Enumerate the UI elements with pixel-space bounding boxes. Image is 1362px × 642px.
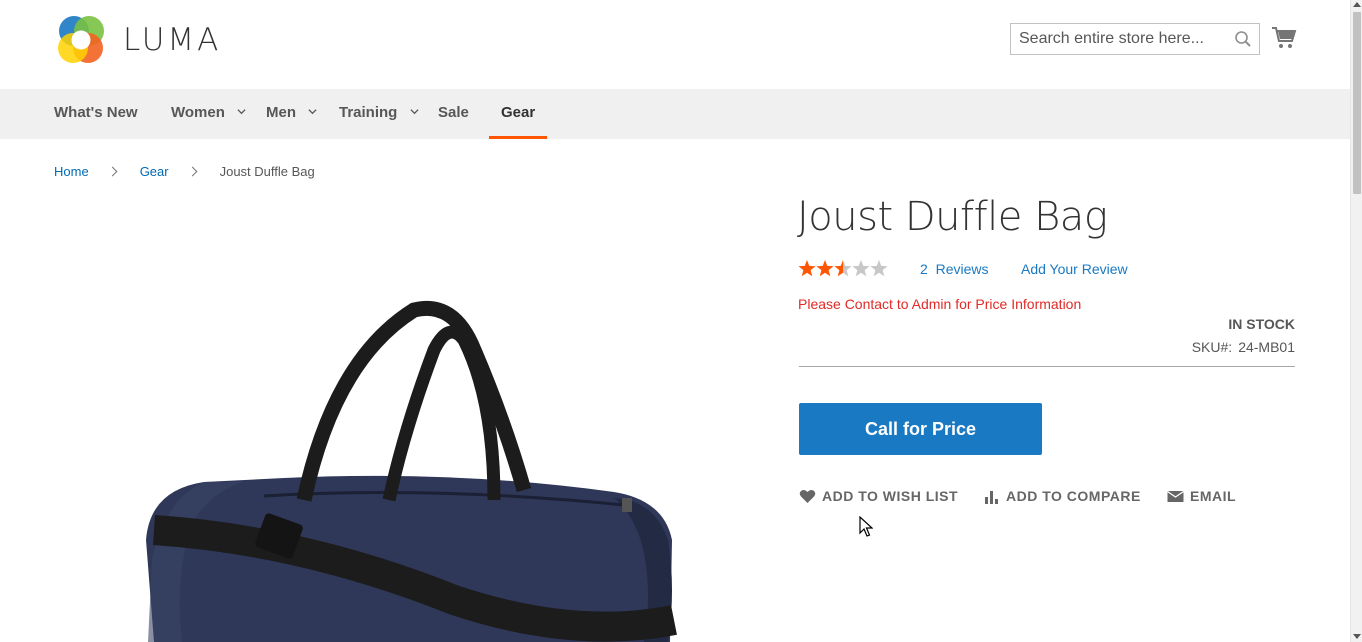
page-header: LUMA (0, 0, 1350, 89)
search-box (1010, 23, 1260, 55)
compare-chart-icon (985, 490, 998, 504)
scrollbar-thumb[interactable] (1353, 12, 1361, 194)
email-label: EMAIL (1190, 488, 1237, 504)
search-icon[interactable] (1234, 30, 1252, 48)
reviews-label: Reviews (935, 261, 989, 277)
product-image[interactable] (54, 200, 774, 642)
star-icon (798, 260, 816, 277)
nav-item-label: What's New (54, 104, 138, 121)
star-icon (816, 260, 834, 277)
wishlist-label: ADD TO WISH LIST (822, 488, 959, 504)
breadcrumb-current: Joust Duffle Bag (219, 164, 315, 179)
sku-label: SKU#: (1191, 339, 1233, 355)
add-review-link[interactable]: Add Your Review (1021, 261, 1128, 277)
luma-logo-icon (58, 16, 104, 63)
nav-item-label: Men (266, 104, 296, 121)
nav-item-men[interactable]: Men (266, 89, 317, 139)
nav-item-label: Gear (501, 104, 536, 121)
scroll-up-arrow-icon[interactable] (1353, 2, 1361, 7)
cart-icon[interactable] (1271, 25, 1297, 51)
product-title: Joust Duffle Bag (797, 194, 1108, 240)
chevron-right-icon (107, 166, 118, 177)
nav-item-label: Women (171, 104, 225, 121)
sku-info: SKU#: 24-MB01 (1192, 339, 1295, 355)
email-link[interactable]: EMAIL (1167, 487, 1236, 505)
nav-item-women[interactable]: Women (171, 89, 246, 139)
chevron-down-icon (237, 108, 246, 114)
stock-status: IN STOCK (1228, 316, 1295, 332)
nav-item-sale[interactable]: Sale (438, 89, 469, 139)
chevron-down-icon (409, 108, 419, 114)
main-nav: What's New Women Men Training Sale Gear (0, 89, 1350, 139)
search-input[interactable] (1011, 24, 1231, 54)
price-message: Please Contact to Admin for Price Inform… (798, 296, 1082, 312)
star-icon (834, 260, 852, 277)
nav-item-gear[interactable]: Gear (489, 89, 548, 139)
scroll-down-arrow-icon[interactable] (1353, 634, 1361, 639)
breadcrumb-home-link[interactable]: Home (54, 164, 89, 179)
envelope-icon (1167, 490, 1184, 502)
heart-icon (799, 489, 816, 503)
nav-item-label: Training (339, 104, 398, 121)
add-to-compare-link[interactable]: ADD TO COMPARE (984, 487, 1141, 505)
call-for-price-button[interactable]: Call for Price (799, 403, 1042, 455)
luma-logo[interactable]: LUMA (55, 14, 225, 66)
add-to-wishlist-link[interactable]: ADD TO WISH LIST (799, 487, 958, 505)
sku-value: 24-MB01 (1238, 339, 1295, 355)
star-icon (852, 260, 870, 277)
breadcrumb-gear-link[interactable]: Gear (140, 164, 169, 179)
page-scrollbar[interactable] (1350, 0, 1362, 642)
nav-item-whats-new[interactable]: What's New (54, 89, 138, 139)
reviews-count: 2 (920, 261, 928, 277)
reviews-link[interactable]: 2 Reviews (920, 261, 988, 277)
logo-text: LUMA (123, 22, 222, 58)
rating-stars-icon (798, 260, 888, 277)
divider (799, 366, 1295, 367)
chevron-right-icon (187, 166, 198, 177)
star-icon (870, 260, 888, 277)
chevron-down-icon (308, 108, 317, 114)
breadcrumb: Home Gear Joust Duffle Bag (54, 164, 315, 179)
nav-item-label: Sale (438, 104, 469, 121)
mouse-cursor-icon (859, 516, 873, 537)
compare-label: ADD TO COMPARE (1006, 488, 1141, 504)
nav-item-training[interactable]: Training (339, 89, 419, 139)
